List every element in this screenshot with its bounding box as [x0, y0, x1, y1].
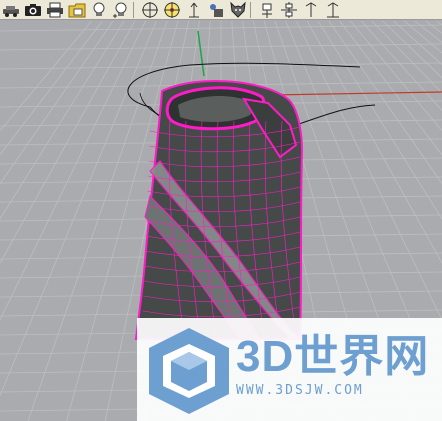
osnap-circle-icon[interactable] — [139, 1, 161, 19]
toolbar-separator — [250, 1, 255, 18]
grid-snap-icon[interactable] — [278, 1, 300, 19]
folder-image-icon[interactable] — [66, 1, 88, 19]
axis-icon[interactable] — [183, 1, 205, 19]
car-icon[interactable] — [0, 1, 22, 19]
osnap-point-icon[interactable] — [161, 1, 183, 19]
print-icon[interactable] — [44, 1, 66, 19]
gumball-icon[interactable] — [256, 1, 278, 19]
wolf-head-icon[interactable] — [227, 1, 249, 19]
light-bulb-plus-icon[interactable] — [110, 1, 132, 19]
camera-icon[interactable] — [22, 1, 44, 19]
watermark-url: WWW.3DSJW.COM — [236, 383, 364, 398]
light-bulb-icon[interactable] — [88, 1, 110, 19]
pin-icon[interactable] — [300, 1, 322, 19]
toolbar — [0, 0, 442, 20]
toolbar-separator — [133, 1, 138, 18]
vase-object[interactable] — [134, 80, 304, 340]
material-icon[interactable] — [205, 1, 227, 19]
planar-icon[interactable] — [322, 1, 344, 19]
watermark-title: 3D世界网 — [236, 332, 430, 381]
